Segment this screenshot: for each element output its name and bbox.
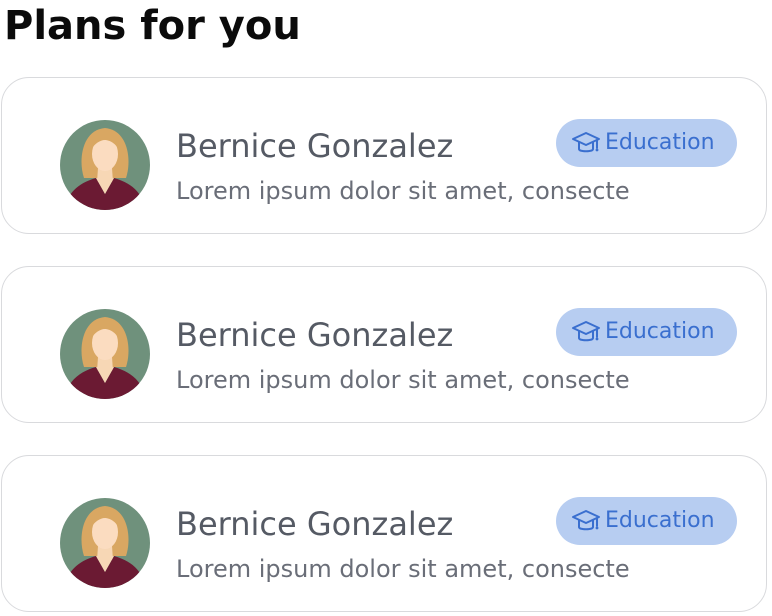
category-badge[interactable]: Education [556,308,737,356]
graduation-cap-icon [572,321,600,342]
avatar [60,120,150,210]
graduation-cap-icon [572,510,600,531]
avatar [60,309,150,399]
plan-card[interactable]: Bernice Gonzalez Lorem ipsum dolor sit a… [1,77,767,234]
plan-name: Bernice Gonzalez [176,127,454,165]
plan-description: Lorem ipsum dolor sit amet, consecte [176,177,630,205]
category-badge[interactable]: Education [556,119,737,167]
category-label: Education [605,130,715,155]
category-label: Education [605,508,715,533]
plan-list: Bernice Gonzalez Lorem ipsum dolor sit a… [0,0,772,616]
plan-card[interactable]: Bernice Gonzalez Lorem ipsum dolor sit a… [1,455,767,612]
person-avatar-icon [60,120,150,210]
graduation-cap-icon [572,132,600,153]
plan-name: Bernice Gonzalez [176,505,454,543]
person-avatar-icon [60,498,150,588]
plan-description: Lorem ipsum dolor sit amet, consecte [176,366,630,394]
plan-description: Lorem ipsum dolor sit amet, consecte [176,555,630,583]
plan-card[interactable]: Bernice Gonzalez Lorem ipsum dolor sit a… [1,266,767,423]
category-badge[interactable]: Education [556,497,737,545]
plan-name: Bernice Gonzalez [176,316,454,354]
person-avatar-icon [60,309,150,399]
avatar [60,498,150,588]
category-label: Education [605,319,715,344]
